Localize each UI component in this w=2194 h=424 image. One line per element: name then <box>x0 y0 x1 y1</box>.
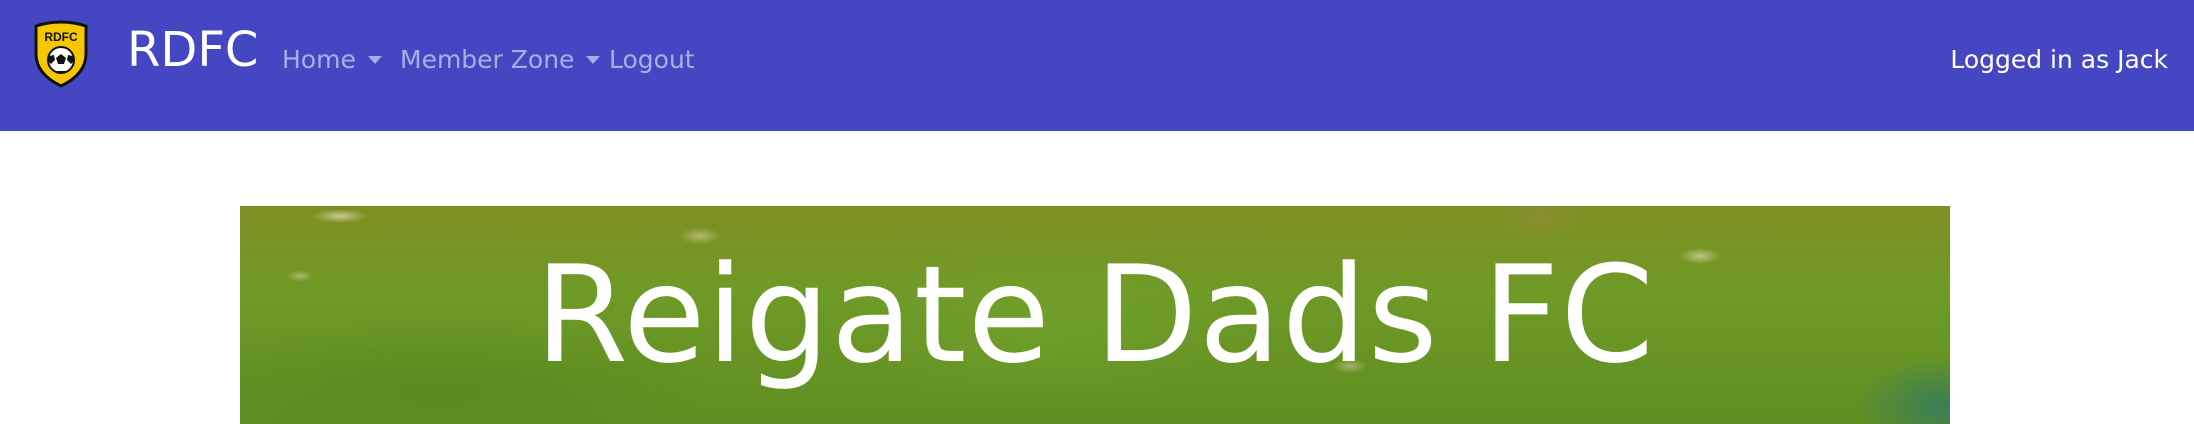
caret-down-icon <box>586 56 601 64</box>
club-crest-icon[interactable]: RDFC <box>32 20 90 88</box>
nav-item-home[interactable]: Home <box>282 40 382 80</box>
nav-item-label: Logout <box>609 45 695 74</box>
nav-item-logout[interactable]: Logout <box>609 40 695 80</box>
caret-down-icon <box>367 56 382 64</box>
crest-lettering: RDFC <box>44 30 78 44</box>
nav-item-member-zone[interactable]: Member Zone <box>400 40 601 80</box>
hero-banner: Reigate Dads FC <box>240 206 1950 424</box>
logged-in-user-status: Logged in as Jack <box>1950 45 2168 74</box>
hero-title: Reigate Dads FC <box>535 237 1655 393</box>
nav-item-label: Member Zone <box>400 45 575 74</box>
top-navbar: RDFC RDFC Home Member Zone Logout Logged… <box>0 0 2194 131</box>
nav-item-label: Home <box>282 45 356 74</box>
brand-name[interactable]: RDFC <box>127 20 258 80</box>
